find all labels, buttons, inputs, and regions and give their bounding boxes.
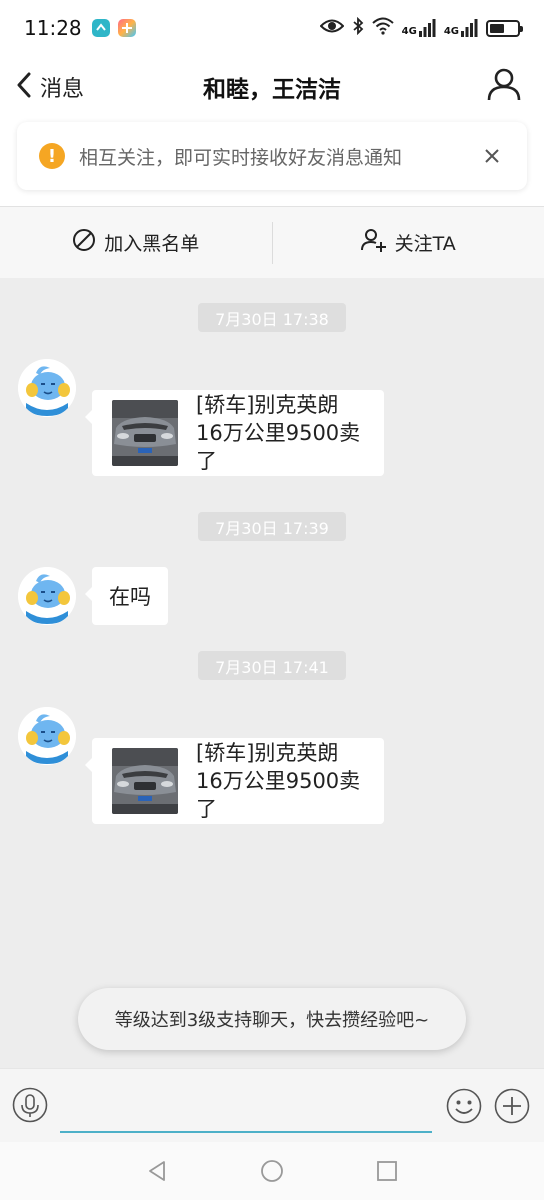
message-input[interactable] [60,1079,432,1133]
text-message[interactable]: 在吗 [85,567,168,625]
warning-icon: ! [39,143,65,169]
title-bar: 消息 和睦，王洁洁 [0,56,544,118]
app-icon-blue [91,19,110,37]
svg-text:5: 5 [45,612,49,619]
wifi-icon [371,17,394,39]
avatar[interactable]: 5 [18,567,76,625]
chat-area[interactable]: 7月30日 17:38 5 [轿车]别克英朗16万公里9500卖了 7月30日 … [0,278,544,1068]
svg-text:5: 5 [45,752,49,759]
avatar[interactable]: 5 [18,359,76,417]
level-toast: 等级达到3级支持聊天，快去攒经验吧~ [78,988,466,1050]
car-thumbnail [112,400,178,466]
follow-button[interactable]: 关注TA [273,207,544,278]
close-icon[interactable] [479,143,505,169]
back-button[interactable]: 消息 [10,64,90,110]
app-icon-gradient [117,19,136,37]
profile-button[interactable] [484,66,524,106]
avatar[interactable]: 5 [18,707,76,765]
timestamp: 7月30日 17:38 [198,303,346,332]
status-time: 11:28 [24,16,82,40]
back-label: 消息 [40,77,85,102]
listing-card-message[interactable]: [轿车]别克英朗16万公里9500卖了 [85,738,384,824]
net-label: 4G [443,26,459,37]
message-text: 在吗 [109,585,151,609]
chevron-left-icon [16,72,32,102]
signal-4g-icon: 4G [444,19,478,37]
back-triangle-icon[interactable] [137,1151,177,1191]
input-bar [0,1068,544,1142]
status-bar: 11:28 4G 4G [0,0,544,56]
bluetooth-icon [352,16,364,39]
microphone-icon[interactable] [12,1087,48,1123]
battery-fill [490,23,505,33]
listing-card-message[interactable]: [轿车]别克英朗16万公里9500卖了 [85,390,384,476]
notice-text: 相互关注，即可实时接收好友消息通知 [79,146,403,169]
status-icons: 4G 4G [319,16,523,39]
recent-square-icon[interactable] [367,1151,407,1191]
emoji-icon[interactable] [446,1088,482,1124]
user-icon [487,67,521,105]
plus-icon[interactable] [494,1088,530,1124]
signal-4g-icon: 4G [402,19,436,37]
car-thumbnail [112,748,178,814]
battery-icon [486,19,523,37]
svg-text:5: 5 [45,404,49,411]
timestamp: 7月30日 17:39 [198,512,346,541]
action-row: 加入黑名单 关注TA [0,206,544,278]
follow-notice: ! 相互关注，即可实时接收好友消息通知 [17,122,527,190]
add-user-icon [360,228,387,257]
timestamp: 7月30日 17:41 [198,651,346,680]
system-nav-bar [0,1142,544,1200]
block-button[interactable]: 加入黑名单 [0,207,272,278]
home-circle-icon[interactable] [252,1151,292,1191]
block-label: 加入黑名单 [104,233,200,255]
listing-title: [轿车]别克英朗16万公里9500卖了 [196,393,361,473]
eye-icon [319,18,345,38]
follow-label: 关注TA [394,233,456,255]
net-label: 4G [401,26,417,37]
listing-title: [轿车]别克英朗16万公里9500卖了 [196,741,361,821]
block-icon [72,228,96,257]
